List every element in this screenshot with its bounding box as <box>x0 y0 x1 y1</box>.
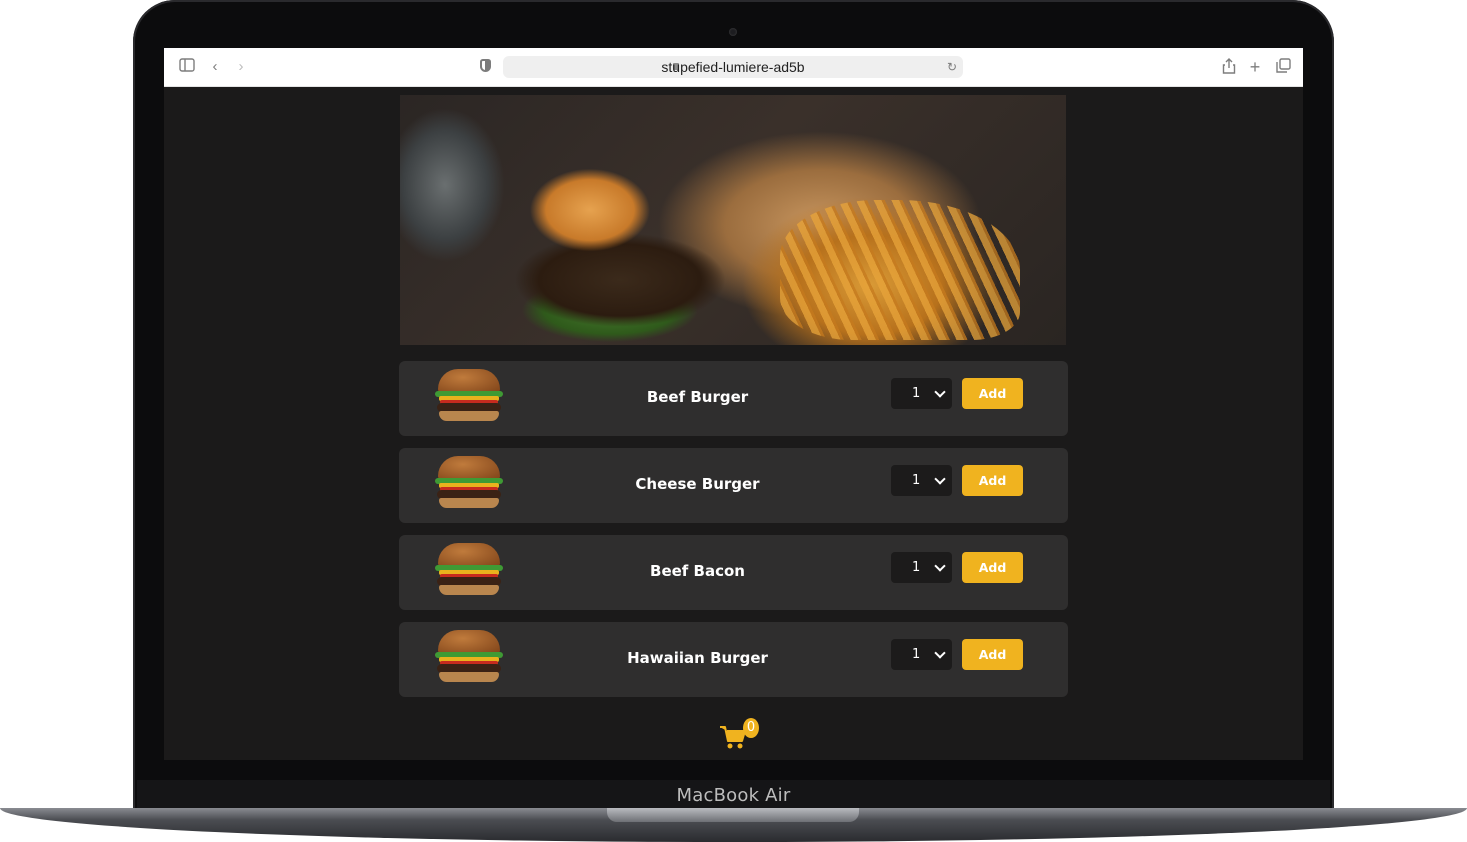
hero-image <box>400 95 1066 345</box>
cart-count-badge: 0 <box>743 718 759 738</box>
add-button[interactable]: Add <box>962 465 1023 496</box>
url-text: stupefied-lumiere-ad5b <box>661 59 805 75</box>
quantity-value: 1 <box>912 560 921 575</box>
add-button[interactable]: Add <box>962 552 1023 583</box>
camera-icon <box>729 28 737 36</box>
fries-graphic <box>780 200 1020 340</box>
tabs-icon[interactable] <box>1274 58 1292 76</box>
quantity-select[interactable]: 1 <box>891 552 952 583</box>
quantity-select[interactable]: 1 <box>891 639 952 670</box>
add-button[interactable]: Add <box>962 639 1023 670</box>
menu-item: Beef Bacon 1 Add <box>399 535 1068 610</box>
quantity-select[interactable]: 1 <box>891 465 952 496</box>
chevron-down-icon <box>934 386 946 398</box>
chevron-down-icon <box>934 647 946 659</box>
chevron-down-icon <box>934 560 946 572</box>
menu-list: Beef Burger 1 Add Cheese Burger 1 Add Be… <box>399 361 1068 709</box>
browser-toolbar: ‹ › stupefied-lumiere-ad5b ↻ + <box>164 48 1303 87</box>
sidebar-icon[interactable] <box>178 58 196 76</box>
back-icon[interactable]: ‹ <box>206 58 224 76</box>
cart-button[interactable]: 0 <box>719 718 759 752</box>
share-icon[interactable] <box>1220 58 1238 76</box>
reload-icon[interactable]: ↻ <box>943 58 961 76</box>
add-button[interactable]: Add <box>962 378 1023 409</box>
quantity-select[interactable]: 1 <box>891 378 952 409</box>
menu-item: Cheese Burger 1 Add <box>399 448 1068 523</box>
quantity-value: 1 <box>912 473 921 488</box>
new-tab-icon[interactable]: + <box>1246 58 1264 76</box>
menu-item: Hawaiian Burger 1 Add <box>399 622 1068 697</box>
shield-icon[interactable] <box>480 59 491 72</box>
laptop-notch <box>607 808 859 822</box>
browser-window: ‹ › stupefied-lumiere-ad5b ↻ + Beef Burg… <box>164 48 1303 760</box>
chevron-down-icon <box>934 473 946 485</box>
quantity-value: 1 <box>912 647 921 662</box>
device-label: MacBook Air <box>676 785 791 806</box>
address-bar[interactable]: stupefied-lumiere-ad5b ↻ <box>503 56 963 78</box>
forward-icon[interactable]: › <box>232 58 250 76</box>
menu-item: Beef Burger 1 Add <box>399 361 1068 436</box>
quantity-value: 1 <box>912 386 921 401</box>
